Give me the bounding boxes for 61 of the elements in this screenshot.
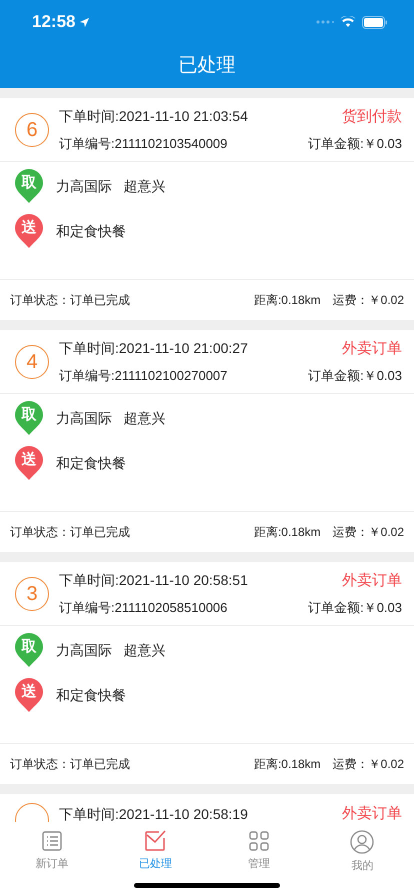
user-icon	[350, 830, 374, 854]
distance: 距离:0.18km	[254, 292, 321, 309]
stop-label: 取	[20, 638, 38, 656]
stop-address: 力高国际 超意兴	[56, 640, 166, 660]
distance: 距离:0.18km	[254, 756, 321, 773]
order-card[interactable]: 6 下单时间:2021-11-10 21:03:54 货到付款 订单编号:2111102103540009 订单金额:￥0.03 取 力高国际 超意兴 送 和定食快餐 订单状态：订单已完成 距离:0.18km 运费：￥0.02	[0, 98, 414, 320]
order-number: 3	[15, 576, 49, 610]
grid-icon	[248, 830, 270, 852]
stop-address: 力高国际 超意兴	[56, 408, 166, 428]
map-pin-icon	[14, 445, 44, 481]
order-type: 货到付款	[342, 106, 402, 126]
order-id: 订单编号:2111102100270007	[59, 367, 228, 385]
tab-bar-item[interactable]: 管理	[207, 830, 310, 874]
tab-bar-item[interactable]: 新订单	[0, 830, 104, 874]
order-number: 6	[15, 112, 49, 146]
order-status: 订单状态：订单已完成	[10, 756, 130, 773]
delivery-fee: 运费：￥0.02	[332, 524, 404, 541]
envelope-icon	[144, 830, 166, 852]
stop-label: 取	[20, 174, 38, 192]
order-number: 4	[15, 344, 49, 378]
order-status: 订单状态：订单已完成	[10, 524, 130, 541]
order-id: 订单编号:2111102058510006	[59, 599, 228, 617]
stop-label: 送	[20, 219, 38, 237]
status-time: 12:58	[32, 11, 76, 34]
location-arrow-icon	[79, 16, 90, 28]
list-icon	[40, 830, 63, 852]
delivery-fee: 运费：￥0.02	[332, 756, 404, 773]
signal-icon	[316, 20, 334, 24]
order-time: 下单时间:2021-11-10 21:00:27	[59, 339, 248, 358]
order-card[interactable]: 下单时间:2021-11-10 20:58:19 外卖订单	[0, 794, 414, 822]
order-type: 外卖订单	[342, 338, 402, 358]
order-type: 外卖订单	[342, 804, 402, 822]
order-amount: 订单金额:￥0.03	[308, 135, 402, 153]
page-title: 已处理	[178, 54, 236, 78]
distance: 距离:0.18km	[254, 524, 321, 541]
map-pin-icon	[14, 168, 44, 204]
order-amount: 订单金额:￥0.03	[308, 599, 402, 617]
stop-address: 和定食快餐	[56, 454, 126, 472]
order-card[interactable]: 4 下单时间:2021-11-10 21:00:27 外卖订单 订单编号:2111102100270007 订单金额:￥0.03 取 力高国际 超意兴 送 和定食快餐 订单状态：订单已完成 距离:0.18km 运费：￥0.02	[0, 330, 414, 552]
map-pin-icon	[14, 400, 44, 436]
order-time: 下单时间:2021-11-10 21:03:54	[59, 107, 248, 126]
map-pin-icon	[14, 632, 44, 668]
stop-label: 送	[20, 683, 38, 701]
order-type: 外卖订单	[342, 570, 402, 590]
stop-label: 送	[20, 451, 38, 469]
stop-label: 取	[20, 406, 38, 424]
stop-address: 和定食快餐	[56, 686, 126, 704]
wifi-icon	[340, 16, 356, 28]
map-pin-icon	[14, 213, 44, 249]
battery-icon	[362, 16, 388, 28]
delivery-fee: 运费：￥0.02	[332, 292, 404, 309]
order-time: 下单时间:2021-11-10 20:58:51	[59, 571, 248, 590]
order-time: 下单时间:2021-11-10 20:58:19	[59, 804, 248, 822]
stop-address: 力高国际 超意兴	[56, 176, 166, 196]
order-status: 订单状态：订单已完成	[10, 292, 130, 309]
map-pin-icon	[14, 677, 44, 713]
order-id: 订单编号:2111102103540009	[59, 135, 228, 153]
order-amount: 订单金额:￥0.03	[308, 367, 402, 385]
order-card[interactable]: 3 下单时间:2021-11-10 20:58:51 外卖订单 订单编号:2111102058510006 订单金额:￥0.03 取 力高国际 超意兴 送 和定食快餐 订单状态：订单已完成 距离:0.18km 运费：￥0.02	[0, 562, 414, 784]
tab-bar-item[interactable]: 我的	[310, 830, 414, 874]
stop-address: 和定食快餐	[56, 222, 126, 240]
